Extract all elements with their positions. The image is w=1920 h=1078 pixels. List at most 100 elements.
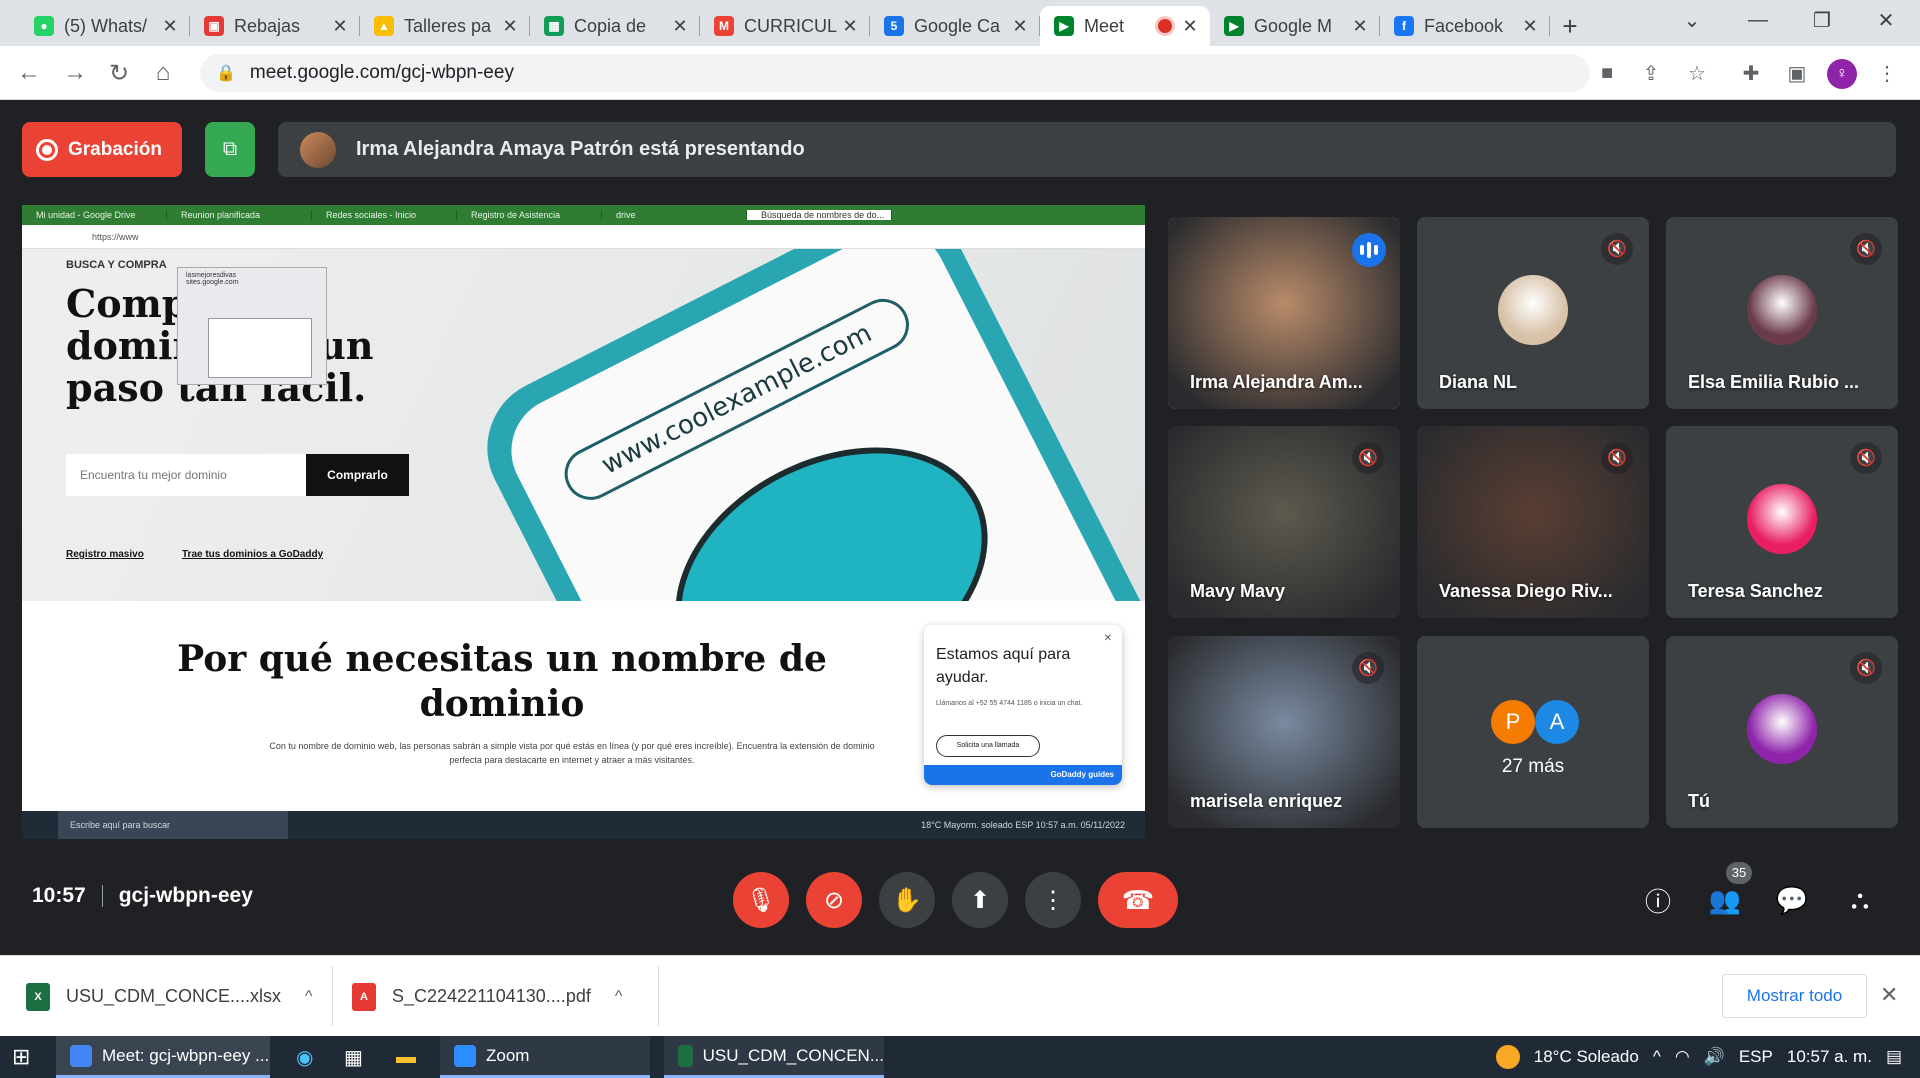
leave-call-button[interactable]: ☎ [1098,872,1178,928]
close-tab-icon[interactable]: ✕ [1520,16,1540,37]
browser-tab[interactable]: M CURRICUL ✕ [700,6,870,46]
shared-address-bar: https://www [22,225,1145,249]
close-tab-icon[interactable]: ✕ [500,16,520,37]
clock[interactable]: 10:57 a. m. [1787,1047,1872,1067]
back-icon[interactable]: ← [14,58,44,88]
browser-tab[interactable]: ▶ Google M ✕ [1210,6,1380,46]
present-icon: ⬆ [969,886,991,914]
autocomplete-popup: lasmejoresdivas sites.google.com [177,267,327,385]
participant-tile[interactable]: 🔇 Vanessa Diego Riv... [1417,426,1649,618]
participant-tile[interactable]: 🔇 Mavy Mavy [1168,426,1400,618]
taskbar-app-button[interactable]: Meet: gcj-wbpn-eey ... [56,1036,270,1078]
participant-tile[interactable]: P A 27 más [1417,636,1649,828]
browser-tab[interactable]: ▦ Copia de ✕ [530,6,700,46]
bulk-register-link: Registro masivo [66,549,144,560]
people-button[interactable]: 👥 [1705,880,1745,920]
edge-icon[interactable]: ◉ [296,1036,313,1078]
extensions-icon[interactable]: ✚ [1736,58,1766,88]
bookmark-star-icon[interactable]: ☆ [1682,58,1712,88]
participant-tile[interactable]: 🔇 Diana NL [1417,217,1649,409]
more-options-button[interactable]: ⋮ [1025,872,1081,928]
record-icon [36,138,58,161]
chrome-icon [70,1044,92,1067]
tray-chevron-icon[interactable]: ^ [1653,1047,1661,1067]
download-item[interactable]: A S_C224221104130....pdf ^ [352,956,622,1037]
profile-avatar[interactable]: ♀ [1827,59,1857,89]
download-item[interactable]: X USU_CDM_CONCE....xlsx ^ [26,956,313,1037]
browser-tab[interactable]: ▲ Talleres pa ✕ [360,6,530,46]
participant-tile[interactable]: 🔇 Teresa Sanchez [1666,426,1898,618]
browser-tab[interactable]: ▶ Meet ✕ [1040,6,1210,46]
file-explorer-icon[interactable]: ▬ [396,1036,416,1078]
shared-url: https://www [92,232,139,242]
volume-icon[interactable]: 🔊 [1704,1047,1725,1067]
popup-line: sites.google.com [186,279,239,286]
shared-tab: Registro de Asistencia [457,210,602,220]
activities-button[interactable]: ⛬ [1840,880,1880,920]
participant-tile[interactable]: 🔇 Tú [1666,636,1898,828]
minimize-button[interactable]: — [1728,0,1788,40]
store-icon[interactable]: ▦ [344,1036,363,1078]
browser-tab[interactable]: ● (5) Whats/ ✕ [20,6,190,46]
participant-name: marisela enriquez [1190,791,1343,811]
presentation-layout-button[interactable]: ⧉ [205,122,255,177]
shared-tab: Redes sociales - Inicio [312,210,457,220]
windows-start-icon[interactable]: ⊞ [12,1036,30,1078]
participant-avatar [1747,275,1817,345]
camera-off-button[interactable]: ⊘ [806,872,862,928]
muted-mic-icon: 🔇 [1352,652,1384,684]
share-icon[interactable]: ⇪ [1636,58,1666,88]
shared-screen: Mi unidad - Google Drive Reunion planific… [22,205,1145,839]
participant-avatar [1498,275,1568,345]
muted-mic-icon: 🔇 [1850,233,1882,265]
chevron-up-icon[interactable]: ^ [615,988,623,1006]
participant-tile[interactable]: Irma Alejandra Am... [1168,217,1400,409]
network-icon[interactable]: ◠ [1675,1047,1690,1067]
close-tab-icon[interactable]: ✕ [1350,16,1370,37]
browser-tab[interactable]: ▣ Rebajas ✕ [190,6,360,46]
reload-icon[interactable]: ↻ [104,58,134,88]
close-tab-icon[interactable]: ✕ [1010,16,1030,37]
shared-browser-tabs: Mi unidad - Google Drive Reunion planific… [22,205,1145,225]
close-tab-icon[interactable]: ✕ [1180,16,1200,37]
camera-icon[interactable]: ■ [1592,58,1622,88]
notifications-icon[interactable]: ▤ [1886,1047,1902,1067]
restore-button[interactable]: ❐ [1792,0,1852,40]
mic-off-button[interactable]: 🎙 [733,872,789,928]
home-icon[interactable]: ⌂ [148,58,178,88]
chevron-up-icon[interactable]: ^ [305,988,313,1006]
close-window-button[interactable]: ✕ [1856,0,1916,40]
meeting-time: 10:57 [32,884,86,907]
taskbar-app-button[interactable]: USU_CDM_CONCEN... [664,1036,884,1078]
meeting-details-button[interactable]: ⓘ [1638,880,1678,920]
close-tab-icon[interactable]: ✕ [840,16,860,37]
muted-mic-icon: 🔇 [1850,652,1882,684]
new-tab-button[interactable]: + [1550,6,1590,46]
side-panel-icon[interactable]: ▣ [1782,58,1812,88]
close-tab-icon[interactable]: ✕ [330,16,350,37]
shared-tab: drive [602,210,747,220]
menu-kebab-icon[interactable]: ⋮ [1872,58,1902,88]
raise-hand-button[interactable]: ✋ [879,872,935,928]
shared-taskbar-search: Escribe aquí para buscar [58,811,288,839]
close-shelf-icon[interactable]: ✕ [1880,982,1898,1008]
address-bar[interactable]: 🔒 meet.google.com/gcj-wbpn-eey [200,54,1590,92]
participant-tile[interactable]: 🔇 Elsa Emilia Rubio ... [1666,217,1898,409]
forward-icon[interactable]: → [60,58,90,88]
tab-search-button[interactable]: ⌄ [1662,0,1722,40]
participant-name: Mavy Mavy [1190,581,1286,601]
recording-button[interactable]: Grabación [22,122,182,177]
browser-tab[interactable]: 5 Google Ca ✕ [870,6,1040,46]
show-all-downloads-button[interactable]: Mostrar todo [1722,974,1867,1018]
shared-tab: Mi unidad - Google Drive [22,210,167,220]
present-screen-button[interactable]: ⬆ [952,872,1008,928]
close-tab-icon[interactable]: ✕ [160,16,180,37]
weather-icon [1495,1045,1520,1069]
language-indicator[interactable]: ESP [1739,1047,1773,1067]
taskbar-app-button[interactable]: Zoom [440,1036,650,1078]
participant-tile[interactable]: 🔇 marisela enriquez [1168,636,1400,828]
shared-taskbar-tray: 18°C Mayorm. soleado ESP 10:57 a.m. 05/1… [921,820,1125,830]
browser-tab[interactable]: f Facebook ✕ [1380,6,1550,46]
chat-button[interactable]: 💬 [1772,880,1812,920]
close-tab-icon[interactable]: ✕ [670,16,690,37]
